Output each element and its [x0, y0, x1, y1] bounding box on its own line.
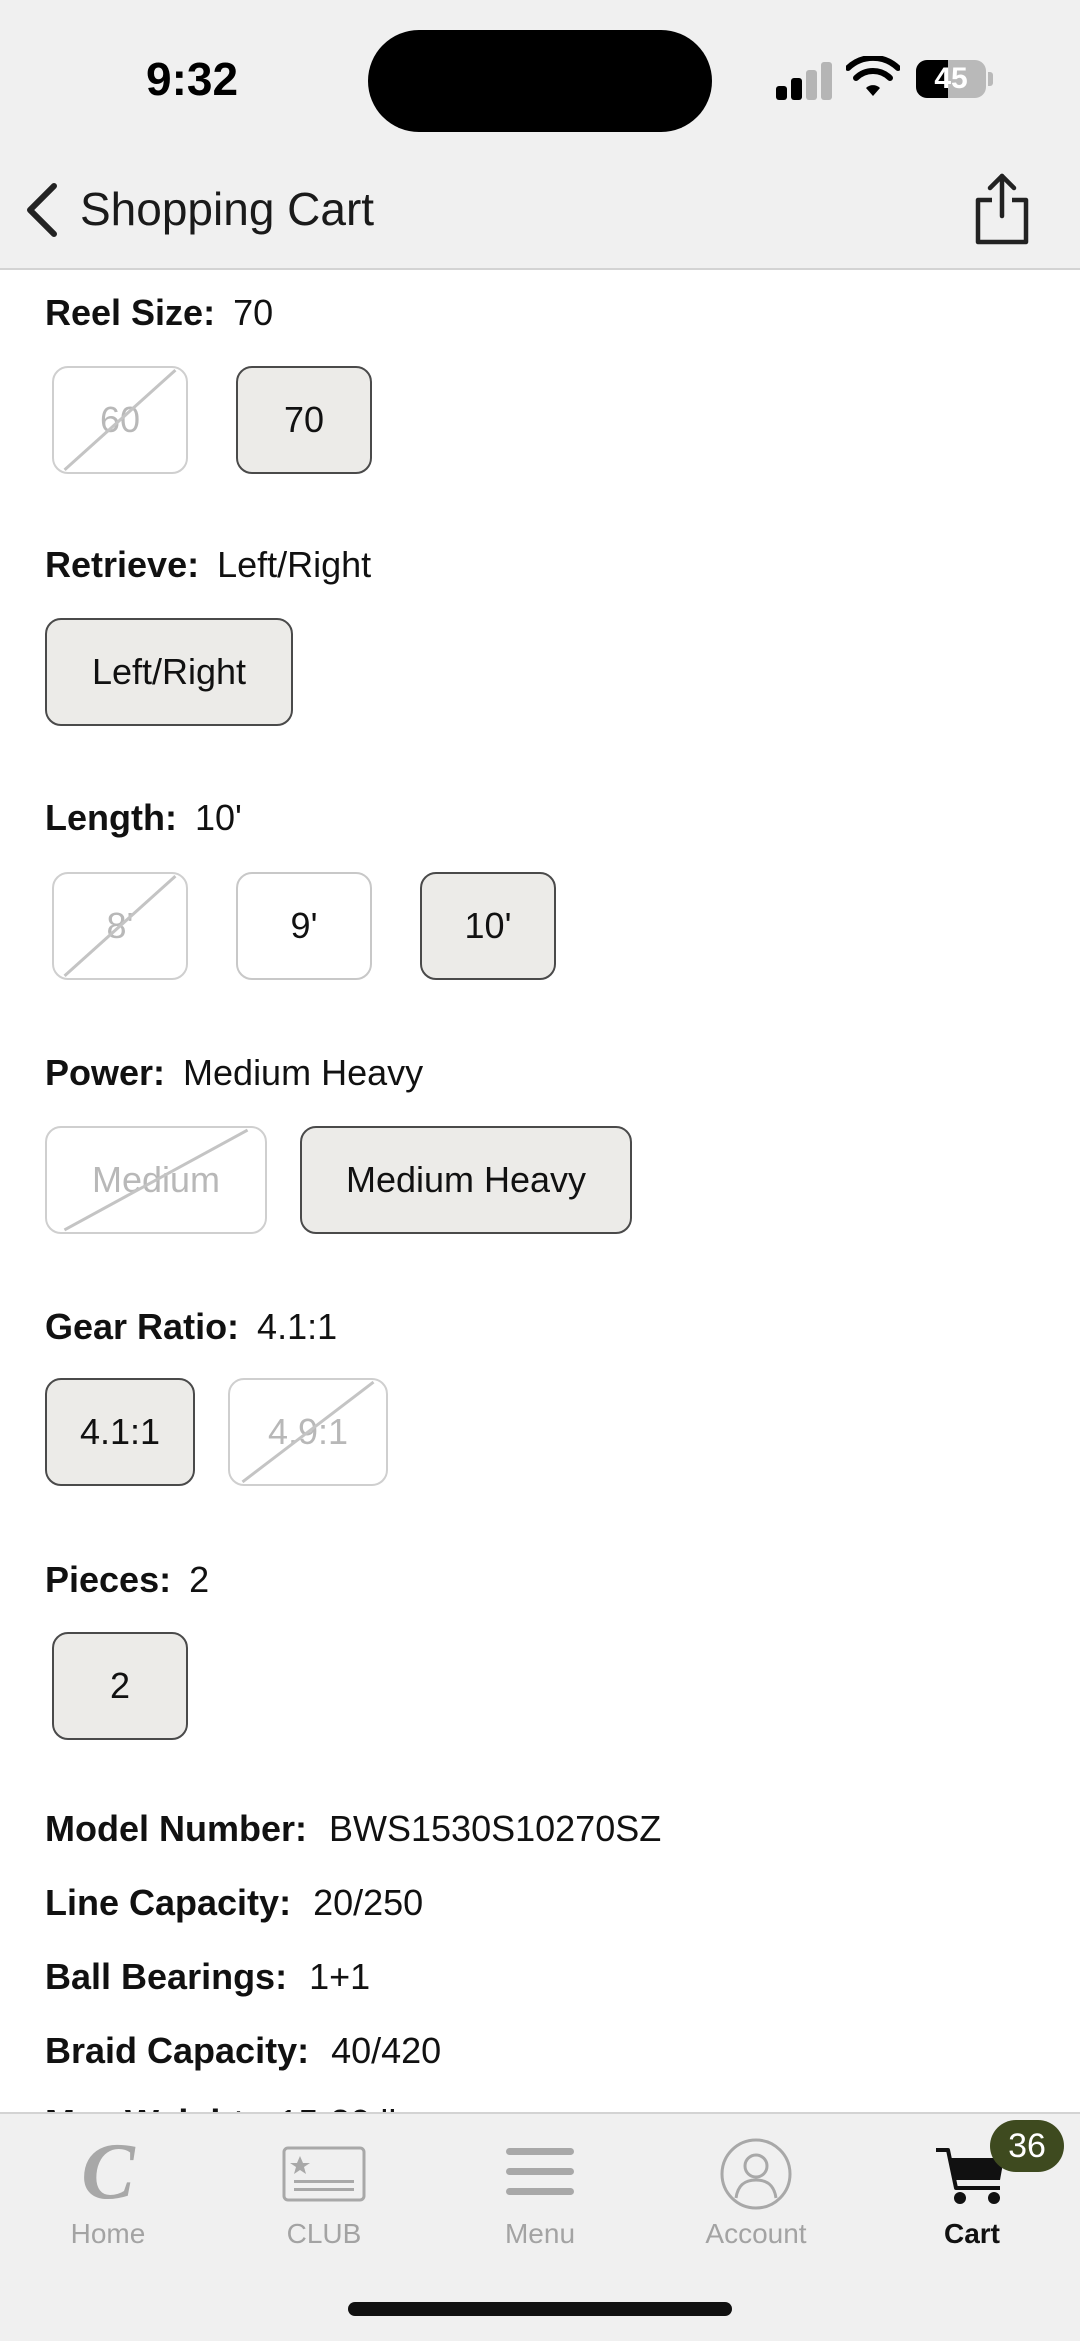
- cellular-signal-icon: [776, 60, 832, 100]
- spec-label: Line Capacity:: [45, 1882, 292, 1923]
- reel-size-label: Reel Size: 70: [45, 292, 273, 334]
- battery-percent: 45: [934, 62, 968, 95]
- chip-label: 60: [99, 399, 141, 440]
- spec-line-capacity: Line Capacity: 20/250: [45, 1882, 423, 1924]
- tab-label: Home: [70, 2218, 146, 2249]
- wifi-icon: [846, 56, 900, 96]
- spec-label: Model Number:: [45, 1808, 308, 1849]
- spec-ball-bearings: Ball Bearings: 1+1: [45, 1956, 370, 1998]
- chip-label: Left/Right: [91, 651, 247, 692]
- length-chip-10[interactable]: 10': [420, 872, 556, 980]
- reel-size-chip-60[interactable]: 60: [52, 366, 188, 474]
- power-label: Power: Medium Heavy: [45, 1052, 423, 1094]
- option-value: 70: [233, 292, 274, 333]
- back-chevron-icon[interactable]: [22, 180, 62, 240]
- nav-header: Shopping Cart: [0, 160, 1080, 270]
- spec-value: 1+1: [309, 1956, 371, 1997]
- length-label: Length: 10': [45, 797, 242, 839]
- chip-label: Medium Heavy: [345, 1159, 587, 1200]
- spec-label: Ball Bearings:: [45, 1956, 288, 1997]
- spec-model-number: Model Number: BWS1530S10270SZ: [45, 1808, 661, 1850]
- cart-count-badge: 36: [990, 2120, 1064, 2172]
- tab-label: CLUB: [286, 2218, 362, 2249]
- option-name: Reel Size:: [45, 292, 216, 333]
- spec-label: Braid Capacity:: [45, 2030, 310, 2071]
- pieces-label: Pieces: 2: [45, 1559, 209, 1601]
- spec-value: 15-30 lb: [278, 2102, 408, 2112]
- tab-menu[interactable]: Menu: [432, 2114, 648, 2254]
- retrieve-label: Retrieve: Left/Right: [45, 544, 371, 586]
- tab-label: Menu: [504, 2218, 576, 2249]
- power-chip-medium[interactable]: Medium: [45, 1126, 267, 1234]
- spec-value: 20/250: [313, 1882, 424, 1923]
- power-chip-medium-heavy[interactable]: Medium Heavy: [300, 1126, 632, 1234]
- chip-label: 9': [290, 905, 318, 946]
- spec-max-weight: Max Weight: 15-30 lb: [45, 2102, 408, 2112]
- share-icon[interactable]: [972, 170, 1032, 246]
- chip-label: 70: [283, 399, 325, 440]
- club-card-icon: [282, 2146, 366, 2202]
- gear-ratio-label: Gear Ratio: 4.1:1: [45, 1306, 337, 1348]
- gear-ratio-chip-4-1[interactable]: 4.1:1: [45, 1378, 195, 1486]
- spec-value: 40/420: [331, 2030, 442, 2071]
- length-chip-8[interactable]: 8': [52, 872, 188, 980]
- chip-label: Medium: [91, 1159, 221, 1200]
- status-bar: 9:32 45: [0, 0, 1080, 160]
- option-name: Gear Ratio:: [45, 1306, 240, 1347]
- battery-nub: [988, 72, 993, 86]
- chip-label: 2: [109, 1665, 131, 1706]
- option-name: Retrieve:: [45, 544, 200, 585]
- spec-braid-capacity: Braid Capacity: 40/420: [45, 2030, 441, 2072]
- chip-label: 4.9:1: [267, 1411, 349, 1452]
- chip-label: 8': [106, 905, 134, 946]
- chip-label: 10': [464, 905, 512, 946]
- home-c-logo-icon: C: [81, 2132, 136, 2212]
- dynamic-island: [368, 30, 712, 132]
- tab-label: Account: [705, 2218, 807, 2249]
- retrieve-chip-left-right[interactable]: Left/Right: [45, 618, 293, 726]
- battery-icon: 45: [916, 60, 986, 98]
- tab-account[interactable]: Account: [648, 2114, 864, 2254]
- reel-size-chip-70[interactable]: 70: [236, 366, 372, 474]
- account-person-icon: [720, 2138, 792, 2210]
- gear-ratio-chip-4-9[interactable]: 4.9:1: [228, 1378, 388, 1486]
- spec-value: BWS1530S10270SZ: [329, 1808, 662, 1849]
- option-value: 2: [189, 1559, 210, 1600]
- tab-home[interactable]: C Home: [0, 2114, 216, 2254]
- pieces-chip-2[interactable]: 2: [52, 1632, 188, 1740]
- option-name: Length:: [45, 797, 177, 838]
- option-value: 4.1:1: [257, 1306, 338, 1347]
- hamburger-menu-icon: [506, 2148, 574, 2195]
- svg-text:C: C: [81, 2132, 136, 2212]
- chip-label: 4.1:1: [79, 1411, 161, 1452]
- spec-label: Max Weight:: [45, 2102, 256, 2112]
- page-title: Shopping Cart: [80, 183, 375, 235]
- home-indicator: [348, 2302, 732, 2316]
- status-time: 9:32: [146, 53, 239, 105]
- length-chip-9[interactable]: 9': [236, 872, 372, 980]
- option-value: Medium Heavy: [183, 1052, 424, 1093]
- option-name: Pieces:: [45, 1559, 172, 1600]
- option-name: Power:: [45, 1052, 166, 1093]
- tab-club[interactable]: CLUB: [216, 2114, 432, 2254]
- option-value: 10': [194, 797, 242, 838]
- tab-label: Cart: [943, 2218, 1000, 2249]
- option-value: Left/Right: [217, 544, 372, 585]
- product-options-scroll[interactable]: Reel Size: 70 60 70 Retrieve: Left/Right L…: [0, 272, 1080, 2112]
